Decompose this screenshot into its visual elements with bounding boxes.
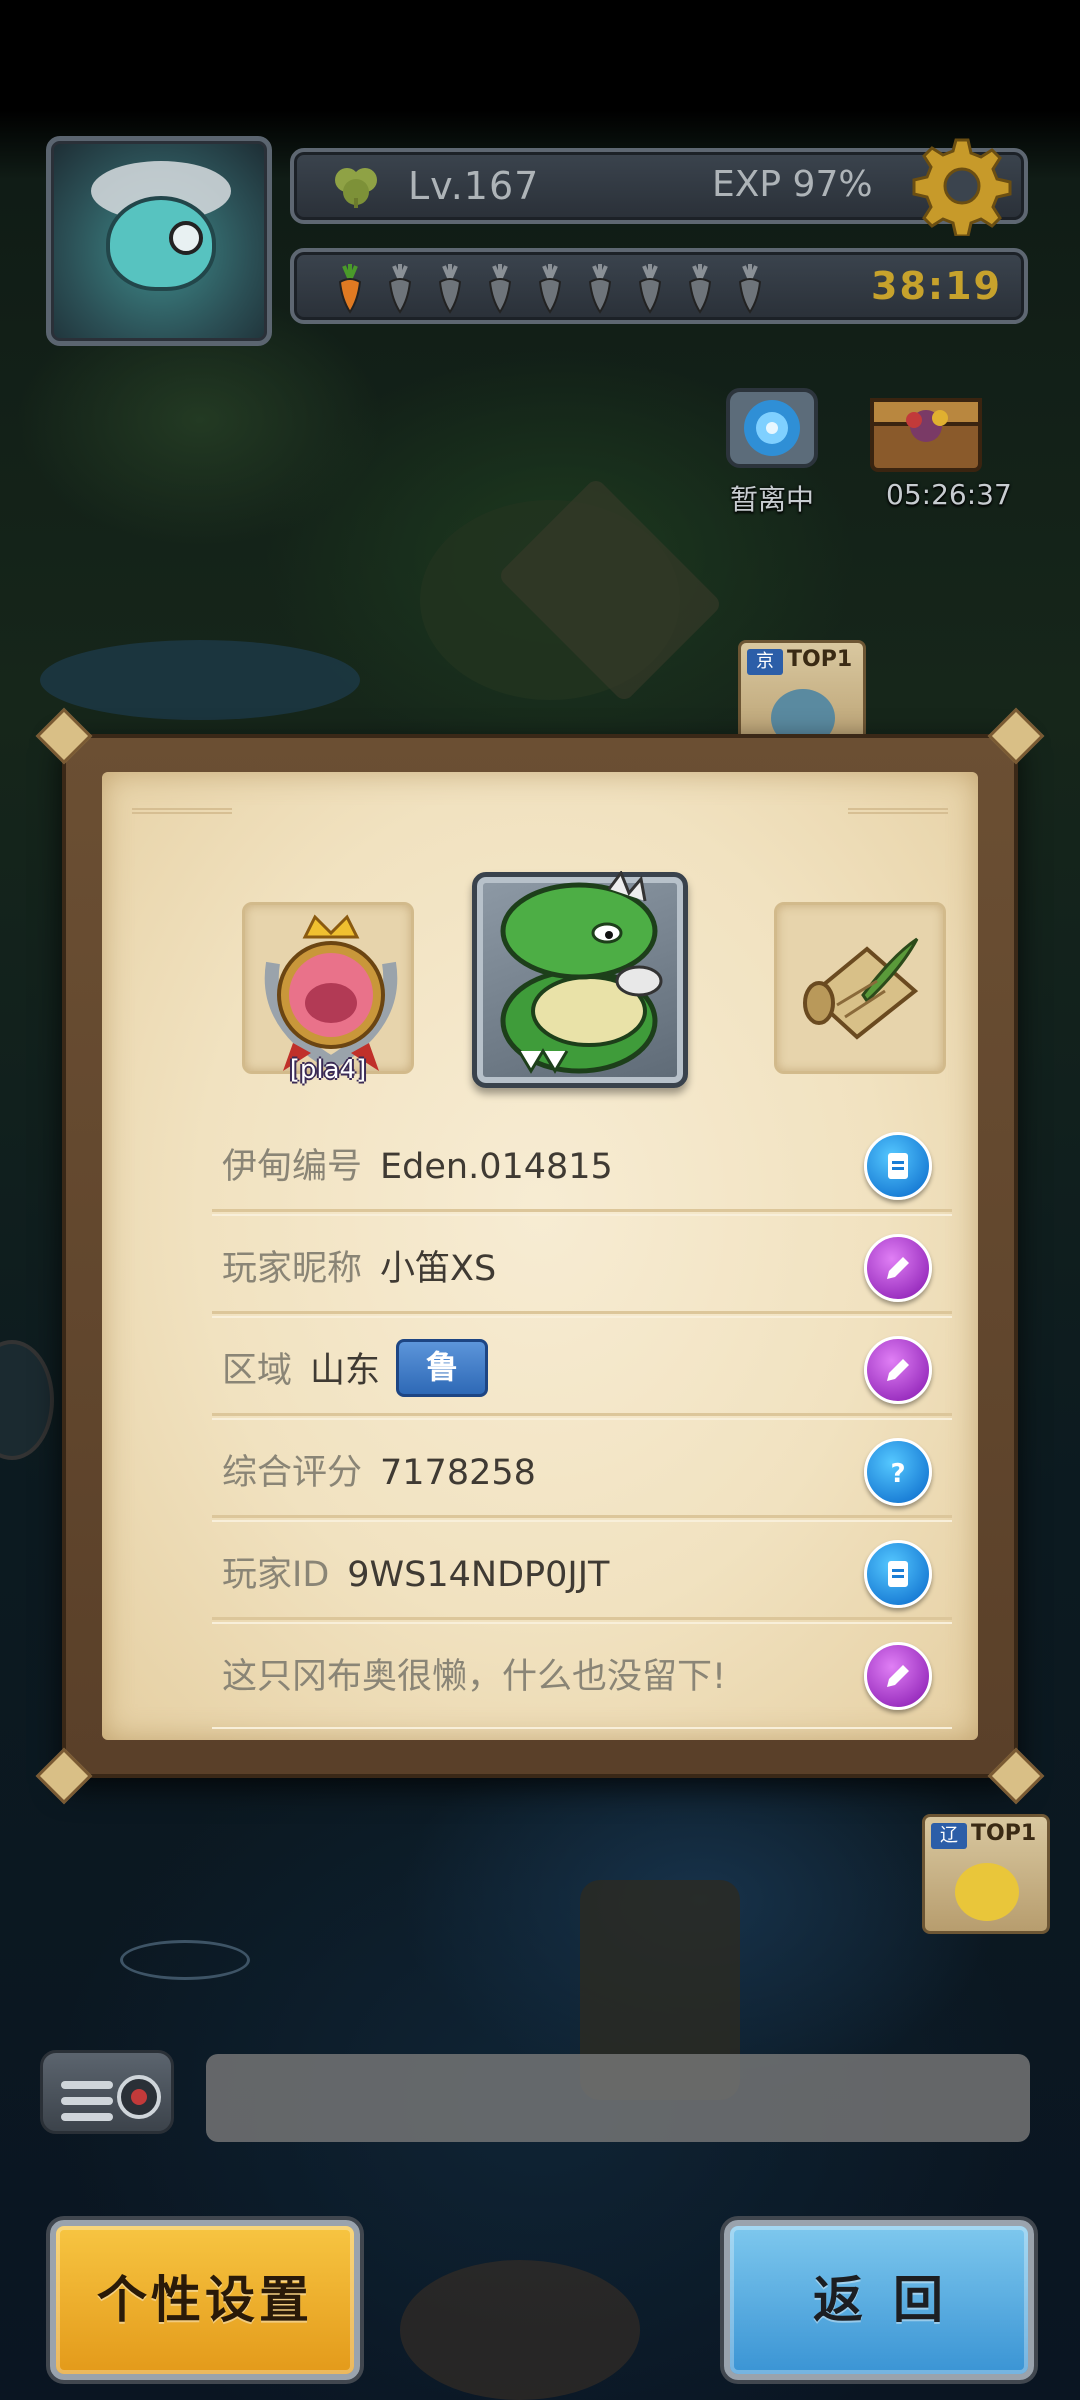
help-icon: ? [890,1459,905,1487]
portal-status: 暂离中 [730,483,815,516]
energy-timer: 38:19 [871,264,1002,308]
carrot-empty-icon [388,264,412,314]
clover-icon [335,168,377,208]
signature-text: 这只冈布奥很懒，什么也没留下! [222,1657,727,1697]
profile-panel: [pla4] 伊甸编号 Eden.014815 玩家昵称 小笛XS 区域 山东 … [35,707,1045,1805]
edit-icon [887,1359,909,1381]
row-label: 综合评分 [222,1453,363,1493]
monocle-icon [169,221,203,255]
row-label: 玩家昵称 [222,1249,363,1289]
score-value: 7178258 [380,1453,536,1493]
info-row-region: 区域 山东鲁 [212,1316,952,1420]
edit-nickname-button[interactable] [864,1234,932,1302]
carrot-empty-icon [438,264,462,314]
energy-bar: 38:19 [290,248,1028,324]
back-button[interactable]: 返回 [724,2220,1034,2380]
badge-label: [pla4] [289,1055,367,1085]
region-value: 山东 [310,1351,381,1391]
copy-icon [888,1153,908,1179]
player-level: Lv.167 [408,164,540,208]
chat-radio-button[interactable] [40,2050,174,2134]
carrot-empty-icon [638,264,662,314]
svg-text:?: ? [890,1459,905,1487]
info-row-signature: 这只冈布奥很懒，什么也没留下! [212,1622,952,1729]
carrot-stamina-row [326,262,774,314]
edit-icon [887,1257,909,1279]
portal-icon[interactable] [718,380,826,480]
nickname-value: 小笛XS [380,1249,497,1289]
ornament [848,808,948,868]
row-label: 玩家ID [222,1555,330,1595]
info-row-player-id: 玩家ID 9WS14NDP0JJT [212,1520,952,1624]
radio-icon [61,2075,161,2121]
player-id-value: 9WS14NDP0JJT [347,1555,610,1595]
carrot-empty-icon [738,264,762,314]
score-help-button[interactable]: ? [864,1438,932,1506]
row-label: 区域 [222,1351,293,1391]
treasure-chest-icon[interactable] [866,360,986,480]
info-row-score: 综合评分 7178258 ? [212,1418,952,1522]
region-tag: 鲁 [396,1339,489,1397]
eden-id-value: Eden.014815 [380,1147,613,1187]
ranking-region-tag: 辽 [931,1823,967,1849]
player-avatar[interactable] [46,136,272,346]
green-dinosaur-icon [500,871,663,1074]
exp-percent: EXP 97% [712,164,873,205]
carrot-empty-icon [688,264,712,314]
ranking-banner[interactable]: 辽 TOP1 [922,1814,1050,1934]
settings-gear-icon[interactable] [912,136,1012,236]
info-row-nickname: 玩家昵称 小笛XS [212,1214,952,1318]
carrot-empty-icon [588,264,612,314]
edit-icon [887,1665,909,1687]
profile-card: [pla4] 伊甸编号 Eden.014815 玩家昵称 小笛XS 区域 山东 … [102,772,978,1740]
copy-icon [888,1561,908,1587]
ornament [132,808,232,868]
scroll-quill-icon [803,937,919,1040]
cowboy-icon [955,1863,1019,1921]
ranking-region-tag: 京 [747,649,783,675]
carrot-full-icon [338,264,362,314]
info-row-eden-id: 伊甸编号 Eden.014815 [212,1112,952,1216]
signature-slot[interactable] [774,902,946,1074]
title-badge-slot[interactable]: [pla4] [242,902,414,1085]
ranking-label: TOP1 [787,647,853,672]
edit-region-button[interactable] [864,1336,932,1404]
copy-eden-id-button[interactable] [864,1132,932,1200]
carrot-empty-icon [538,264,562,314]
copy-player-id-button[interactable] [864,1540,932,1608]
ranking-label: TOP1 [971,1821,1037,1846]
chat-input[interactable] [206,2054,1030,2142]
carrot-empty-icon [488,264,512,314]
personal-settings-button[interactable]: 个性设置 [50,2220,360,2380]
row-label: 伊甸编号 [222,1147,363,1187]
edit-signature-button[interactable] [864,1642,932,1710]
chest-timer: 05:26:37 [886,478,1012,511]
pet-portrait[interactable] [472,871,688,1088]
